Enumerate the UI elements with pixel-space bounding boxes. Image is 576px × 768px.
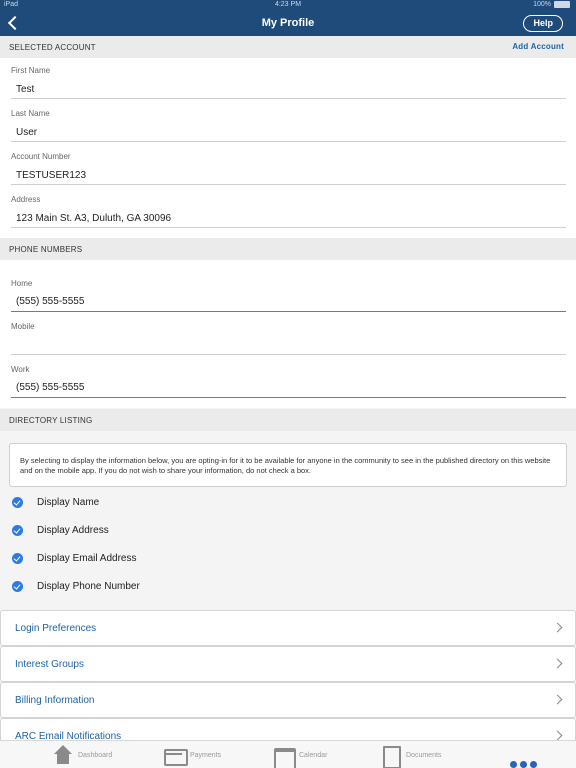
account-number-field[interactable]: Account Number TESTUSER123	[0, 152, 576, 192]
calendar-icon	[273, 744, 296, 768]
nav-bar: iPad 4:23 PM 100% My Profile Help	[0, 0, 576, 36]
billing-information-row[interactable]: Billing Information	[0, 682, 576, 718]
dot	[530, 761, 537, 768]
address-field[interactable]: Address 123 Main St. A3, Duluth, GA 3009…	[0, 195, 576, 235]
tab-label: Dashboard	[78, 751, 113, 759]
field-value: (555) 555-5555	[16, 382, 85, 393]
checkbox-label: Display Email Address	[37, 553, 137, 564]
tab-label: Documents	[406, 751, 442, 759]
section-header-phone-numbers: PHONE NUMBERS	[0, 238, 576, 260]
checkmark-icon	[12, 525, 23, 536]
first-name-field[interactable]: First Name Test	[0, 66, 576, 106]
work-phone-field[interactable]: Work (555) 555-5555	[0, 365, 576, 405]
section-title: DIRECTORY LISTING	[9, 416, 93, 425]
field-underline	[11, 397, 566, 398]
tab-label: Payments	[190, 751, 222, 759]
field-underline	[11, 354, 566, 355]
display-name-checkbox[interactable]: Display Name	[12, 496, 576, 510]
field-underline	[11, 227, 566, 228]
checkbox-label: Display Address	[37, 525, 109, 536]
help-button[interactable]: Help	[523, 15, 563, 32]
field-underline	[11, 184, 566, 185]
section-title: PHONE NUMBERS	[9, 245, 83, 254]
phone-fields: Home (555) 555-5555 Mobile Work (555) 55…	[0, 260, 576, 408]
page-title: My Profile	[261, 17, 315, 29]
home-phone-field[interactable]: Home (555) 555-5555	[0, 279, 576, 319]
checkmark-icon	[12, 581, 23, 592]
field-value: TESTUSER123	[16, 170, 87, 181]
tab-calendar[interactable]: Calendar	[273, 743, 328, 768]
checkmark-icon	[12, 553, 23, 564]
account-fields: First Name Test Last Name User Account N…	[0, 58, 576, 238]
dot	[520, 761, 527, 768]
row-label: Billing Information	[15, 695, 95, 706]
display-email-checkbox[interactable]: Display Email Address	[12, 552, 576, 566]
field-underline	[11, 98, 566, 99]
dot	[510, 761, 517, 768]
checkmark-icon	[12, 497, 23, 508]
directory-notice: By selecting to display the information …	[9, 443, 567, 487]
field-value: (555) 555-5555	[16, 296, 85, 307]
tab-documents[interactable]: Documents	[380, 743, 442, 768]
home-icon	[52, 744, 72, 766]
card-icon	[164, 744, 188, 766]
field-value: Test	[16, 84, 35, 95]
field-label: Home	[11, 279, 33, 288]
checkbox-label: Display Name	[37, 497, 100, 508]
row-label: Interest Groups	[15, 659, 84, 670]
display-phone-checkbox[interactable]: Display Phone Number	[12, 580, 576, 594]
field-label: Account Number	[11, 152, 71, 161]
tab-payments[interactable]: Payments	[164, 743, 221, 767]
row-label: Login Preferences	[15, 623, 97, 634]
battery-indicator: 100%	[533, 1, 570, 8]
battery-icon	[554, 1, 570, 8]
field-label: Mobile	[11, 322, 35, 331]
chevron-right-icon	[552, 730, 563, 741]
field-underline	[11, 141, 566, 142]
tab-label: Calendar	[299, 751, 328, 759]
tab-dashboard[interactable]: Dashboard	[52, 743, 112, 767]
clock: 4:23 PM	[274, 1, 302, 8]
field-value: 123 Main St. A3, Duluth, GA 30096	[16, 213, 172, 224]
section-header-selected-account: SELECTED ACCOUNT Add Account	[0, 36, 576, 58]
chevron-right-icon	[552, 622, 563, 633]
chevron-right-icon	[552, 658, 563, 669]
section-title: SELECTED ACCOUNT	[9, 43, 96, 52]
login-preferences-row[interactable]: Login Preferences	[0, 610, 576, 646]
field-label: First Name	[11, 66, 51, 75]
add-account-link[interactable]: Add Account	[512, 42, 564, 51]
checkbox-label: Display Phone Number	[37, 581, 140, 592]
battery-percent: 100%	[533, 1, 551, 8]
field-label: Address	[11, 195, 41, 204]
more-dots-icon[interactable]	[510, 761, 537, 768]
field-underline	[11, 311, 566, 312]
document-icon	[380, 744, 401, 768]
last-name-field[interactable]: Last Name User	[0, 109, 576, 149]
field-label: Work	[11, 365, 30, 374]
tab-bar: Dashboard Payments Calendar Documents	[0, 740, 576, 768]
section-header-directory-listing: DIRECTORY LISTING	[0, 409, 576, 431]
chevron-right-icon	[552, 694, 563, 705]
interest-groups-row[interactable]: Interest Groups	[0, 646, 576, 682]
field-value: User	[16, 127, 38, 138]
field-label: Last Name	[11, 109, 50, 118]
mobile-phone-field[interactable]: Mobile	[0, 322, 576, 362]
display-address-checkbox[interactable]: Display Address	[12, 524, 576, 538]
status-bar: iPad 4:23 PM 100%	[0, 1, 576, 11]
